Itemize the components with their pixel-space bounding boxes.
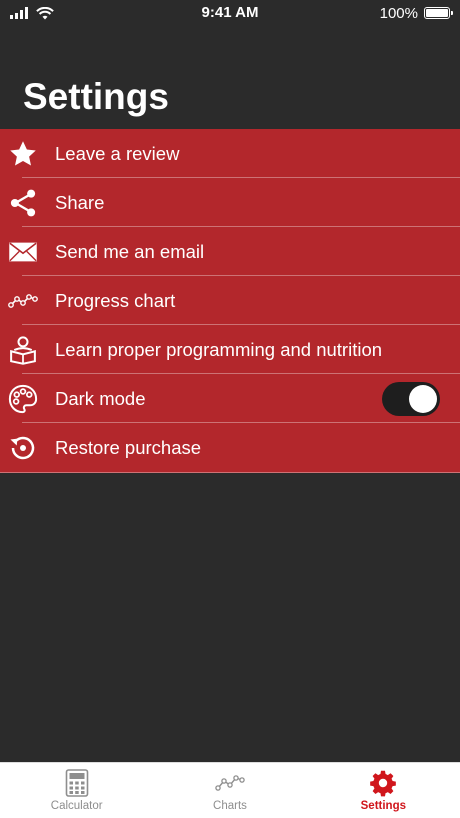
share-icon [8,188,38,218]
star-icon [8,139,38,169]
settings-item-label: Leave a review [55,142,180,164]
settings-item-restore-purchase[interactable]: Restore purchase [0,423,460,473]
settings-list: Leave a review Share Send me an email Pr… [0,129,460,473]
settings-item-label: Learn proper programming and nutrition [55,338,383,360]
battery-icon [424,7,453,19]
tab-label: Charts [213,800,247,812]
restore-icon [8,433,38,463]
settings-item-email[interactable]: Send me an email [0,227,460,276]
status-bar: 9:41 AM 100% [0,0,460,26]
tab-calculator[interactable]: Calculator [0,763,153,818]
envelope-icon [8,237,38,267]
toggle-knob [409,384,437,413]
tab-bar: Calculator Charts Settings [0,762,460,818]
tab-label: Settings [360,800,406,812]
settings-item-progress-chart[interactable]: Progress chart [0,276,460,325]
status-time: 9:41 AM [201,4,259,21]
chart-line-icon [8,286,38,316]
settings-item-label: Send me an email [55,240,205,262]
settings-item-label: Progress chart [55,289,176,311]
settings-item-label: Dark mode [55,387,146,409]
calculator-icon [65,769,88,797]
palette-icon [8,384,38,414]
page-title: Settings [23,76,169,117]
settings-item-leave-review[interactable]: Leave a review [0,129,460,178]
settings-item-share[interactable]: Share [0,178,460,227]
gear-icon [370,770,397,797]
tab-settings[interactable]: Settings [307,763,460,818]
dark-mode-toggle[interactable] [382,381,440,416]
tab-charts[interactable]: Charts [153,763,306,818]
settings-item-dark-mode[interactable]: Dark mode [0,374,460,423]
settings-item-label: Restore purchase [55,436,202,458]
reader-icon [8,335,38,365]
settings-item-label: Share [55,191,105,213]
tab-label: Calculator [50,800,103,812]
settings-item-learn[interactable]: Learn proper programming and nutrition [0,325,460,374]
chart-line-icon [215,775,245,791]
